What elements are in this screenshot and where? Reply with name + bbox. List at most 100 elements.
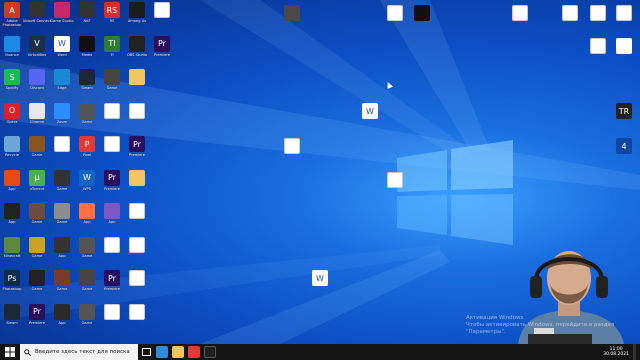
desktop-icon-folder[interactable] <box>125 169 149 195</box>
desktop-icon-file[interactable] <box>558 5 582 30</box>
desktop-icon-app[interactable]: 4 <box>612 138 636 163</box>
desktop-icon-app[interactable]: Game <box>75 270 99 295</box>
desktop-icon-file[interactable] <box>100 303 124 329</box>
desktop-icon-app[interactable]: Edge <box>50 69 74 94</box>
desktop-icon-app[interactable]: Pr Premiere <box>125 136 149 161</box>
desktop-icon-app[interactable]: µ uTorrent <box>25 169 49 195</box>
desktop-icon-file[interactable] <box>383 172 407 197</box>
desktop-icon-app[interactable]: W <box>308 270 332 295</box>
desktop-icon-app[interactable]: Discord <box>25 69 49 94</box>
desktop-icon-app[interactable]: Pr Premiere <box>100 169 124 195</box>
desktop-icon-app[interactable] <box>612 38 636 63</box>
taskbar-app-icon[interactable] <box>188 346 200 358</box>
icon-label <box>609 155 639 163</box>
app-icon: V <box>29 35 45 52</box>
desktop-icon-app[interactable]: A Adobe Photoshop <box>0 2 24 27</box>
desktop-icon-file[interactable] <box>125 203 149 228</box>
icon-label <box>122 254 152 262</box>
desktop-icon-app[interactable]: Game <box>50 203 74 228</box>
desktop-icon-app[interactable]: Nuance <box>0 35 24 61</box>
desktop-icon-file[interactable] <box>50 136 74 161</box>
desktop-icon-app[interactable]: RS RS <box>100 2 124 27</box>
desktop-icon-app[interactable]: NKF <box>75 2 99 27</box>
desktop-icon-app[interactable]: W <box>358 103 382 128</box>
desktop-icon-app[interactable]: Game <box>50 169 74 195</box>
icon-label <box>407 22 437 30</box>
taskbar-obs-icon[interactable] <box>204 346 216 358</box>
desktop-icon-app[interactable]: Steam <box>75 69 99 94</box>
desktop-icon-file[interactable] <box>122 236 152 262</box>
desktop-icon-app[interactable]: Chrome <box>25 102 49 128</box>
desktop-icon-app[interactable]: Game Studio <box>50 2 74 27</box>
desktop-icon-file[interactable] <box>383 5 407 30</box>
icon-label <box>609 55 639 63</box>
app-icon <box>79 2 95 18</box>
start-button[interactable] <box>0 344 20 360</box>
app-icon: RS <box>104 2 120 18</box>
desktop-icon-folder[interactable] <box>125 69 149 94</box>
desktop-icon-app[interactable]: Ps Photoshop <box>0 270 24 295</box>
desktop-icon-app[interactable] <box>410 5 434 30</box>
app-icon: P <box>79 136 95 152</box>
desktop-icon-file[interactable] <box>125 270 149 295</box>
desktop-icon-app[interactable]: Zoom <box>50 102 74 128</box>
desktop-icon-file[interactable] <box>508 5 532 30</box>
desktop-icon-app[interactable]: Among Us <box>125 2 149 27</box>
desktop-icon-app[interactable]: V VirtualBox <box>25 35 49 61</box>
desktop-icon-app[interactable]: Game <box>100 69 124 94</box>
desktop-icon-app[interactable]: TI TI <box>100 35 124 61</box>
desktop-icon-app[interactable]: W WPS <box>75 169 99 195</box>
desktop-icon-app[interactable]: App <box>0 169 24 195</box>
desktop-icon-app[interactable]: Game <box>75 102 99 128</box>
desktop-icon-app[interactable]: W Word <box>50 35 74 61</box>
desktop-icon-app[interactable] <box>280 5 304 30</box>
desktop-icon-file[interactable] <box>100 136 124 161</box>
desktop-icon-app[interactable]: Media <box>75 35 99 61</box>
desktop-icon-app[interactable]: O Opera <box>0 102 24 128</box>
desktop-icon-app[interactable]: App <box>0 203 24 228</box>
app-icon <box>54 203 70 219</box>
desktop-icon-app[interactable]: Ubisoft Connect <box>23 2 51 27</box>
desktop-icon-app[interactable]: OBS Studio <box>125 35 149 61</box>
desktop-icon-file[interactable] <box>100 102 124 128</box>
desktop-icon-app[interactable]: Game <box>25 236 49 262</box>
icon-label <box>305 287 335 295</box>
app-icon: W <box>312 270 328 286</box>
desktop-icon-app[interactable]: Game <box>25 203 49 228</box>
desktop-icon-app[interactable]: Minecraft <box>0 236 24 262</box>
desktop-icon-file[interactable] <box>100 236 124 262</box>
desktop-icon-file[interactable] <box>280 138 304 163</box>
desktop-icon-file[interactable] <box>125 303 149 329</box>
desktop-icon-app[interactable]: P Pixel <box>75 136 99 161</box>
desktop-icon-app[interactable]: Steam <box>0 303 24 329</box>
file-icon <box>387 5 403 21</box>
desktop-icon-file[interactable] <box>125 102 149 128</box>
desktop-icon-app[interactable]: S Spotify <box>0 69 24 94</box>
desktop-icon-app[interactable]: Game <box>75 236 99 262</box>
desktop-icon-file[interactable] <box>150 2 174 27</box>
desktop-icon-file[interactable] <box>612 5 636 30</box>
taskbar-explorer-icon[interactable] <box>172 346 184 358</box>
show-desktop-button[interactable] <box>633 344 636 360</box>
desktop-icon-app[interactable]: Game <box>25 136 49 161</box>
desktop-icon-app[interactable]: Pr Premiere <box>150 35 174 61</box>
desktop-icon-app[interactable]: TR <box>612 103 636 128</box>
desktop-icon-app[interactable]: Recycle <box>0 136 24 161</box>
desktop-icon-app[interactable]: App <box>50 303 74 329</box>
desktop-icon-app[interactable]: App <box>75 203 99 228</box>
desktop-icon-file[interactable] <box>586 38 610 63</box>
task-view-icon <box>141 348 151 356</box>
taskbar-search-box[interactable]: Введите здесь текст для поиска <box>20 344 138 360</box>
taskbar-clock[interactable]: 11:00 30.08.2021 <box>603 347 629 357</box>
desktop-icon-app[interactable]: App <box>50 236 74 262</box>
app-icon: W <box>362 103 378 119</box>
desktop-icon-app[interactable]: Game <box>50 270 74 295</box>
desktop-icon-app[interactable]: App <box>100 203 124 228</box>
desktop-icon-app[interactable]: Pr Premiere <box>25 303 49 329</box>
desktop-icon-file[interactable] <box>586 5 610 30</box>
desktop-icon-app[interactable]: Game <box>75 303 99 329</box>
desktop-icon-app[interactable]: Pr Premiere <box>100 270 124 295</box>
task-view-button[interactable] <box>138 344 154 360</box>
taskbar-edge-icon[interactable] <box>156 346 168 358</box>
desktop-icon-app[interactable]: Game <box>25 270 49 295</box>
